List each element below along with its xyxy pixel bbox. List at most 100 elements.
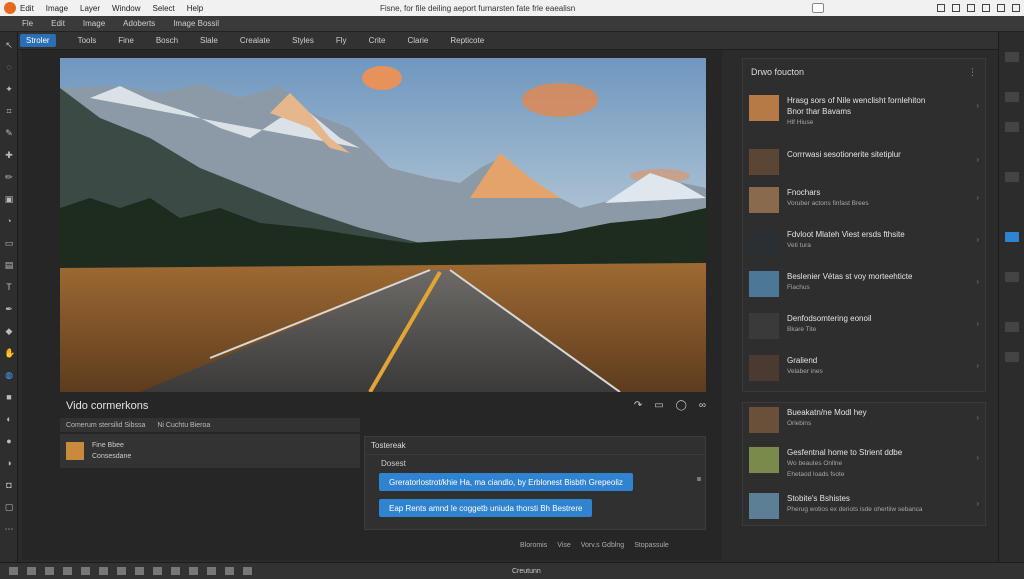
pen-tool-icon[interactable]: ✒ <box>4 304 14 314</box>
panel-tab-6-icon[interactable] <box>1005 272 1019 282</box>
option-fine[interactable]: Fine <box>118 36 134 45</box>
list-item-sub: Orlebins <box>787 420 812 427</box>
menu-image[interactable]: Image <box>46 4 68 13</box>
option-slale[interactable]: Slale <box>200 36 218 45</box>
menu-help[interactable]: Help <box>187 4 203 13</box>
list-item[interactable]: Beslenier Vétas st voy morteehticte Flac… <box>749 271 981 297</box>
panel-tab-1-icon[interactable] <box>1005 52 1019 62</box>
stamp-tool-icon[interactable]: ▣ <box>4 194 14 204</box>
panel-menu-icon[interactable]: ⋮ <box>968 67 977 78</box>
status-icon-2[interactable] <box>27 567 36 575</box>
hand-tool-icon[interactable]: ✋ <box>4 348 15 358</box>
more-tools-icon[interactable]: ⋯ <box>4 524 14 534</box>
eraser-tool-icon[interactable]: ▭ <box>4 238 14 248</box>
foreground-color-icon[interactable]: ■ <box>4 392 14 402</box>
option-bosch[interactable]: Bosch <box>156 36 178 45</box>
status-icon-11[interactable] <box>189 567 198 575</box>
wand-tool-icon[interactable]: ✦ <box>4 84 14 94</box>
list-item[interactable]: Hrasg sors of Nile wenclisht fornlehiton… <box>749 95 981 128</box>
close-icon[interactable] <box>1012 4 1020 12</box>
bell-icon[interactable] <box>997 4 1005 12</box>
quickmask-tool-icon[interactable]: ◘ <box>4 480 14 490</box>
circle-icon[interactable]: ◯ <box>676 400 687 411</box>
type-tool-icon[interactable]: T <box>4 282 14 292</box>
status-icon-6[interactable] <box>99 567 108 575</box>
list-item[interactable]: Corrrwasi sesotionerite sitetiplur › <box>749 149 981 175</box>
status-icon-7[interactable] <box>117 567 126 575</box>
crop-tool-icon[interactable]: ⌗ <box>4 106 14 116</box>
option-tools[interactable]: Tools <box>78 36 97 45</box>
history-tool-icon[interactable]: ◔ <box>4 216 14 226</box>
status-icon-14[interactable] <box>243 567 252 575</box>
toolbar-file[interactable]: Fle <box>22 19 33 28</box>
toolbar-image[interactable]: Image <box>83 19 105 28</box>
panel-tab-2-icon[interactable] <box>1005 92 1019 102</box>
share-icon[interactable] <box>937 4 945 12</box>
list-item[interactable]: Fnochars Voruber actons finfast Brees › <box>749 187 981 213</box>
status-icon-3[interactable] <box>45 567 54 575</box>
status-icon-4[interactable] <box>63 567 72 575</box>
list-item[interactable]: Fdvloot Mlateh Viest ersds fthsite Veti … <box>749 229 981 255</box>
status-icon-5[interactable] <box>81 567 90 575</box>
toolbar-adoberts[interactable]: Adoberts <box>123 19 155 28</box>
comment-card[interactable]: Fine Bbee Consesdane <box>60 434 360 468</box>
list-item[interactable]: Gesfentnal home to Strient ddbe Wo beaut… <box>749 447 981 480</box>
chat-suggestion-button-2[interactable]: Eap Rents amnd le coggetb uniuda thorsti… <box>379 499 593 517</box>
panel-tab-7-icon[interactable] <box>1005 322 1019 332</box>
panel-tab-3-icon[interactable] <box>1005 122 1019 132</box>
eyedropper-tool-icon[interactable]: ✎ <box>4 128 14 138</box>
option-selected[interactable]: Stroler <box>20 34 56 47</box>
loop-icon[interactable]: ∞ <box>699 400 706 411</box>
status-icon-1[interactable] <box>9 567 18 575</box>
toolbar-image-bossil[interactable]: Image Bossil <box>173 19 219 28</box>
shape-tool-icon[interactable]: ◆ <box>4 326 14 336</box>
list-item[interactable]: Stobite's Bshistes Pherug wotios ex deri… <box>749 493 981 519</box>
brush-tool-icon[interactable]: ✏ <box>4 172 14 182</box>
gradient-tool-icon[interactable]: ▤ <box>4 260 14 270</box>
settings-icon[interactable] <box>982 4 990 12</box>
option-repticote[interactable]: Repticote <box>450 36 484 45</box>
smudge-tool-icon[interactable]: ◐ <box>4 414 14 424</box>
menu-layer[interactable]: Layer <box>80 4 100 13</box>
scroll-handle[interactable] <box>697 477 701 481</box>
status-icon-9[interactable] <box>153 567 162 575</box>
grid-icon[interactable] <box>967 4 975 12</box>
menu-window[interactable]: Window <box>112 4 140 13</box>
menu-select[interactable]: Select <box>153 4 175 13</box>
lasso-tool-icon[interactable]: ◌ <box>4 62 14 72</box>
option-styles[interactable]: Styles <box>292 36 314 45</box>
rotate-icon[interactable]: ↷ <box>634 400 642 411</box>
list-item-sub: Velaber ines <box>787 368 823 375</box>
comments-tab-2[interactable]: Ni Cuchtu Bieroa <box>157 422 210 429</box>
heal-tool-icon[interactable]: ✚ <box>4 150 14 160</box>
panel-tab-8-icon[interactable] <box>1005 352 1019 362</box>
status-icon-12[interactable] <box>207 567 216 575</box>
menu-edit[interactable]: Edit <box>20 4 34 13</box>
list-item[interactable]: Denfodsomtering eonoil Bkare Tite › <box>749 313 981 339</box>
panel-tab-5-icon[interactable] <box>1005 232 1019 242</box>
comments-tab-1[interactable]: Comerum stersilid Sibssa <box>66 422 145 429</box>
status-icon-8[interactable] <box>135 567 144 575</box>
chevron-right-icon: › <box>976 235 979 244</box>
thumbnail <box>749 271 779 297</box>
status-icon-13[interactable] <box>225 567 234 575</box>
option-clarie[interactable]: Clarie <box>407 36 428 45</box>
option-fly[interactable]: Fly <box>336 36 347 45</box>
chat-suggestion-button-1[interactable]: Greratorlostrot/khie Ha, ma ciandlo, by … <box>379 473 633 491</box>
list-item[interactable]: Graliend Velaber ines › <box>749 355 981 381</box>
list-item[interactable]: Bueakatn/ne Modl hey Orlebins › <box>749 407 981 433</box>
status-icon-10[interactable] <box>171 567 180 575</box>
user-icon[interactable] <box>952 4 960 12</box>
frame-icon[interactable]: ▭ <box>654 400 663 411</box>
toolbar-edit[interactable]: Edit <box>51 19 65 28</box>
search-icon[interactable] <box>812 3 824 13</box>
move-tool-icon[interactable]: ↖ <box>4 40 14 50</box>
zoom-tool-icon[interactable]: ◍ <box>4 370 14 380</box>
canvas-image[interactable] <box>60 58 706 392</box>
option-crite[interactable]: Crite <box>369 36 386 45</box>
option-crealate[interactable]: Crealate <box>240 36 270 45</box>
dodge-tool-icon[interactable]: ● <box>4 436 14 446</box>
panel-tab-4-icon[interactable] <box>1005 172 1019 182</box>
sponge-tool-icon[interactable]: ◑ <box>4 458 14 468</box>
screenmode-tool-icon[interactable]: ▢ <box>4 502 14 512</box>
